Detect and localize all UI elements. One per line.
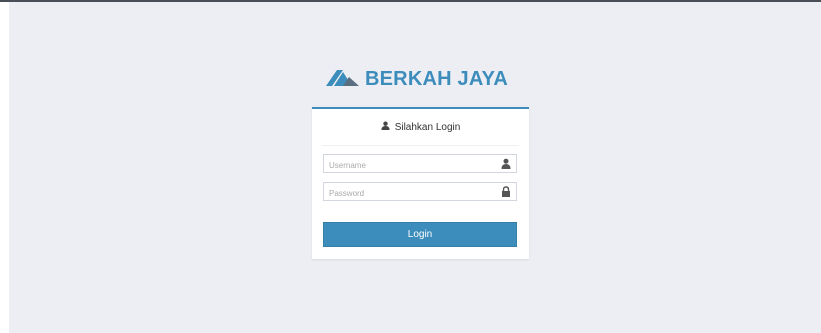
login-box: Silahkan Login Login — [312, 107, 529, 259]
brand-name: BERKAH JAYA — [365, 67, 508, 90]
password-field[interactable] — [323, 182, 517, 202]
password-input[interactable] — [324, 185, 499, 202]
brand-header: BERKAH JAYA — [326, 66, 508, 92]
login-button[interactable]: Login — [323, 222, 517, 247]
header-divider — [322, 145, 519, 146]
login-box-title: Silahkan Login — [394, 121, 461, 133]
username-field[interactable] — [323, 154, 517, 174]
user-icon — [381, 121, 395, 133]
mountain-logo-icon — [326, 66, 365, 93]
login-box-header: Silahkan Login — [312, 109, 529, 145]
username-input[interactable] — [324, 157, 499, 174]
